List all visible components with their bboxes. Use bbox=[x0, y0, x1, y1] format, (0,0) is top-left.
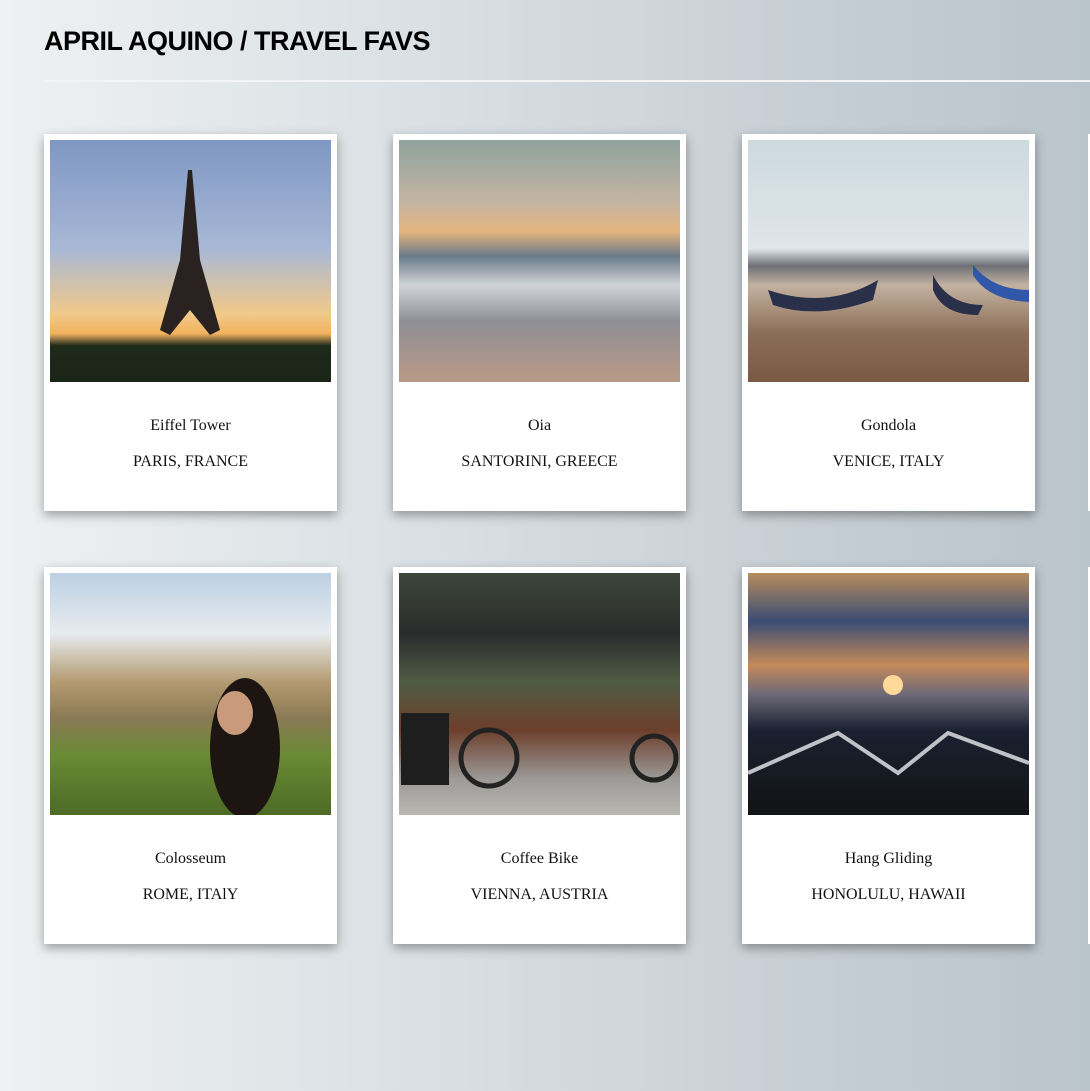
colosseum-photo bbox=[50, 573, 331, 815]
card-title: Oia bbox=[527, 417, 552, 434]
gondola-photo bbox=[748, 140, 1029, 382]
card-location: HONOLULU, HAWAII bbox=[811, 886, 966, 903]
header-divider bbox=[44, 80, 1090, 82]
page-title: APRIL AQUINO / TRAVEL FAVS bbox=[44, 26, 431, 56]
oia-photo bbox=[399, 140, 680, 382]
card-title: Colosseum bbox=[154, 850, 227, 867]
travel-card[interactable]: Oia SANTORINI, GREECE bbox=[393, 134, 686, 511]
travel-card[interactable]: Colosseum ROME, ITAlY bbox=[44, 567, 337, 944]
travel-card[interactable]: Gondola VENICE, ITALY bbox=[742, 134, 1035, 511]
card-location: VENICE, ITALY bbox=[832, 453, 945, 470]
travel-card[interactable]: Coffee Bike VIENNA, AUSTRIA bbox=[393, 567, 686, 944]
card-location: VIENNA, AUSTRIA bbox=[470, 886, 609, 903]
card-location: SANTORINI, GREECE bbox=[461, 453, 618, 470]
card-title: Coffee Bike bbox=[500, 850, 579, 867]
card-title: Hang Gliding bbox=[844, 850, 933, 867]
card-location: ROME, ITAlY bbox=[142, 886, 239, 903]
card-title: Gondola bbox=[860, 417, 917, 434]
travel-card[interactable]: Eiffel Tower PARIS, FRANCE bbox=[44, 134, 337, 511]
card-location: PARIS, FRANCE bbox=[132, 453, 248, 470]
travel-card[interactable]: Hang Gliding HONOLULU, HAWAII bbox=[742, 567, 1035, 944]
hang-gliding-photo bbox=[748, 573, 1029, 815]
eiffel-tower-photo bbox=[50, 140, 331, 382]
coffee-bike-photo bbox=[399, 573, 680, 815]
card-title: Eiffel Tower bbox=[150, 417, 231, 434]
